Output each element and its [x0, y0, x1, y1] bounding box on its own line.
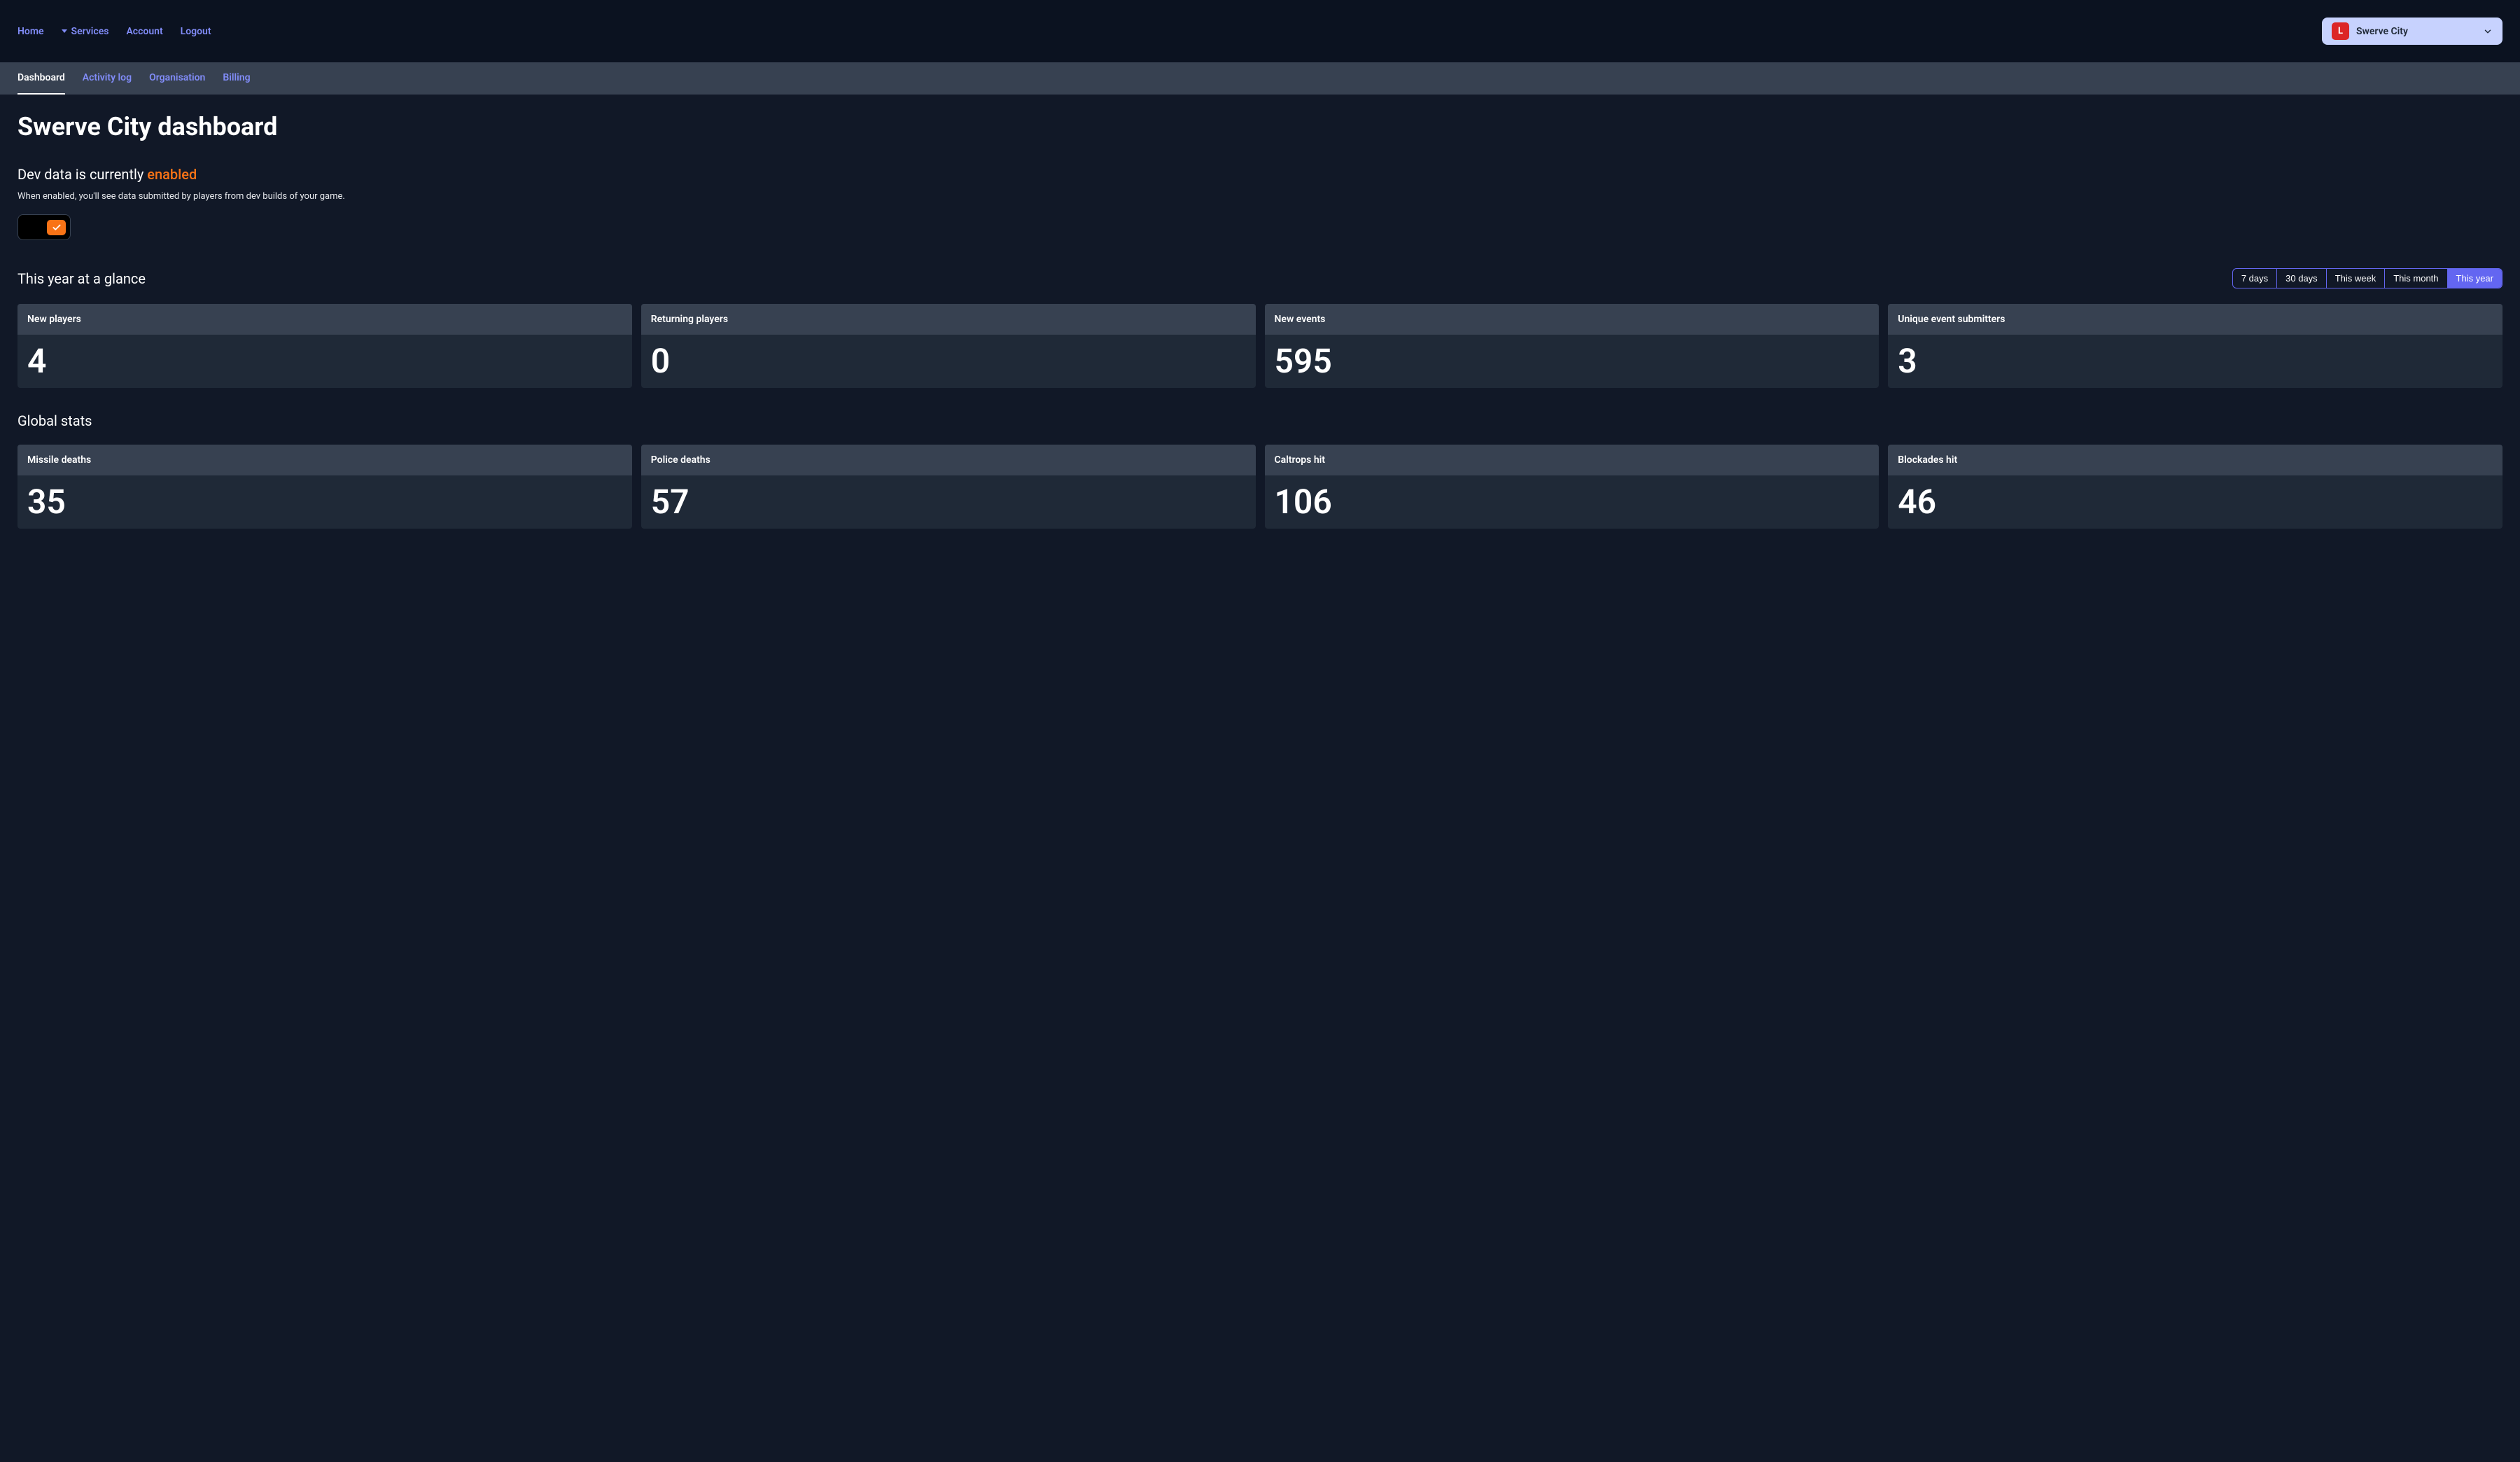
tab-billing[interactable]: Billing — [223, 62, 250, 95]
stat-value: 3 — [1888, 335, 2502, 388]
check-icon — [52, 223, 62, 232]
game-selector-left: L Swerve City — [2332, 22, 2408, 40]
dev-data-prefix: Dev data is currently — [18, 166, 147, 183]
stat-card-returning-players: Returning players 0 — [641, 304, 1256, 388]
chevron-down-icon — [2483, 27, 2493, 36]
stat-value: 595 — [1265, 335, 1879, 388]
stat-card-new-events: New events 595 — [1265, 304, 1879, 388]
game-name: Swerve City — [2356, 26, 2408, 37]
main-content: Swerve City dashboard Dev data is curren… — [0, 95, 2520, 571]
stat-card-new-players: New players 4 — [18, 304, 632, 388]
stat-card-caltrops-hit: Caltrops hit 106 — [1265, 445, 1879, 529]
dev-data-status: enabled — [147, 166, 197, 183]
stat-card-police-deaths: Police deaths 57 — [641, 445, 1256, 529]
glance-stat-grid: New players 4 Returning players 0 New ev… — [18, 304, 2502, 388]
stat-label: New players — [18, 304, 632, 335]
dev-data-description: When enabled, you'll see data submitted … — [18, 191, 2502, 202]
stat-label: Unique event submitters — [1888, 304, 2502, 335]
stat-value: 35 — [18, 475, 632, 529]
game-selector[interactable]: L Swerve City — [2322, 18, 2502, 45]
nav-left: Home Services Account Logout — [18, 26, 211, 37]
time-range-group: 7 days 30 days This week This month This… — [2232, 268, 2502, 288]
stat-label: Returning players — [641, 304, 1256, 335]
tab-activity-log[interactable]: Activity log — [83, 62, 132, 95]
glance-title: This year at a glance — [18, 270, 146, 287]
stat-value: 57 — [641, 475, 1256, 529]
page-title: Swerve City dashboard — [18, 112, 2502, 141]
global-stat-grid: Missile deaths 35 Police deaths 57 Caltr… — [18, 445, 2502, 529]
top-nav: Home Services Account Logout L Swerve Ci… — [0, 0, 2520, 62]
stat-value: 0 — [641, 335, 1256, 388]
tab-dashboard[interactable]: Dashboard — [18, 62, 65, 95]
stat-value: 106 — [1265, 475, 1879, 529]
game-badge: L — [2332, 22, 2349, 40]
caret-down-icon — [62, 29, 67, 33]
dev-data-heading: Dev data is currently enabled — [18, 166, 2502, 183]
global-stats-title: Global stats — [18, 412, 2502, 429]
nav-logout[interactable]: Logout — [181, 26, 211, 37]
time-range-this-year[interactable]: This year — [2448, 269, 2502, 288]
stat-value: 46 — [1888, 475, 2502, 529]
sub-nav: Dashboard Activity log Organisation Bill… — [0, 62, 2520, 95]
stat-card-blockades-hit: Blockades hit 46 — [1888, 445, 2502, 529]
time-range-30days[interactable]: 30 days — [2277, 269, 2327, 288]
nav-home[interactable]: Home — [18, 26, 44, 37]
stat-label: Police deaths — [641, 445, 1256, 475]
stat-label: Caltrops hit — [1265, 445, 1879, 475]
stat-card-unique-submitters: Unique event submitters 3 — [1888, 304, 2502, 388]
nav-account[interactable]: Account — [126, 26, 162, 37]
glance-header: This year at a glance 7 days 30 days Thi… — [18, 268, 2502, 288]
stat-label: New events — [1265, 304, 1879, 335]
stat-label: Blockades hit — [1888, 445, 2502, 475]
nav-services-label: Services — [71, 26, 109, 37]
time-range-this-week[interactable]: This week — [2327, 269, 2386, 288]
dev-data-toggle[interactable] — [18, 214, 71, 240]
stat-card-missile-deaths: Missile deaths 35 — [18, 445, 632, 529]
stat-label: Missile deaths — [18, 445, 632, 475]
stat-value: 4 — [18, 335, 632, 388]
time-range-7days[interactable]: 7 days — [2233, 269, 2277, 288]
toggle-thumb — [47, 220, 66, 235]
time-range-this-month[interactable]: This month — [2385, 269, 2447, 288]
tab-organisation[interactable]: Organisation — [149, 62, 205, 95]
nav-services[interactable]: Services — [62, 26, 109, 37]
